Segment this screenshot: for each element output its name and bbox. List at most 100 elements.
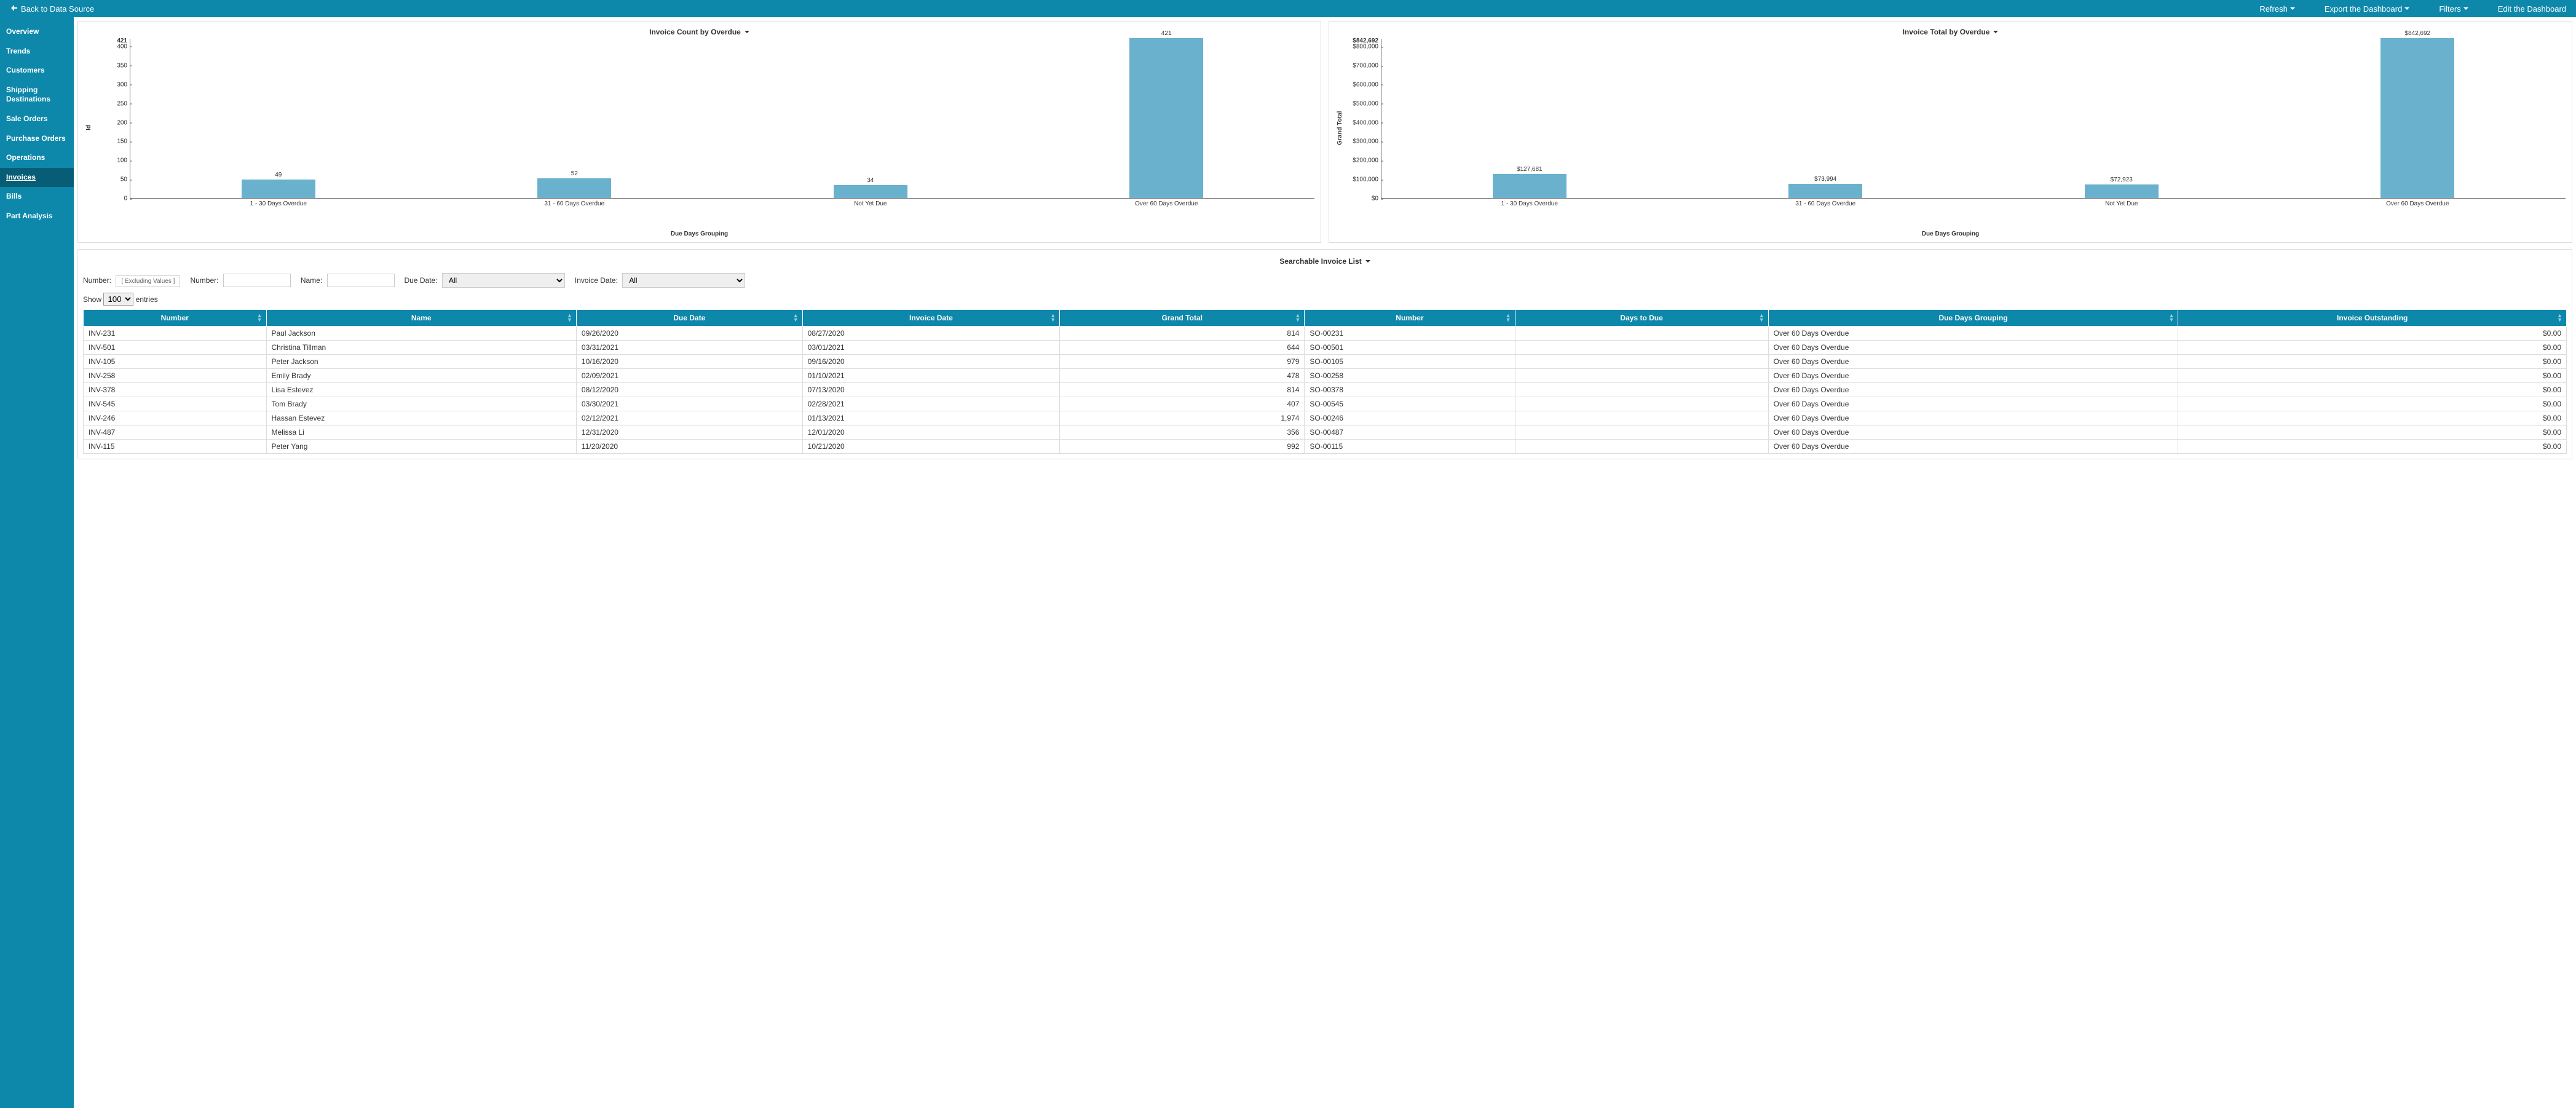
filter-number-input[interactable] [223,274,291,287]
table-row[interactable]: INV-545Tom Brady03/30/202102/28/2021407S… [84,397,2567,411]
bar-group[interactable]: 5231 - 60 Days Overdue [537,170,611,198]
x-axis-label: Due Days Grouping [1335,231,2566,237]
cell: Peter Jackson [266,355,576,369]
column-header[interactable]: Due Date▲▼ [576,310,802,326]
excluding-values-button[interactable]: [ Excluding Values ] [116,275,180,287]
bar-category-label: 31 - 60 Days Overdue [519,200,630,207]
panel-title[interactable]: Searchable Invoice List [83,255,2567,268]
table-row[interactable]: INV-487Melissa Li12/31/202012/01/2020356… [84,425,2567,440]
show-entries-select[interactable]: 100 [103,293,133,306]
y-tick: 350 [117,62,127,69]
invoice-list-section: Searchable Invoice List Number: [ Exclud… [77,249,2572,459]
bar[interactable] [834,185,907,198]
cell: Over 60 Days Overdue [1768,369,2178,383]
bar-group[interactable]: $72,923Not Yet Due [2085,176,2159,198]
bar[interactable] [2085,184,2159,198]
column-header[interactable]: Invoice Outstanding▲▼ [2178,310,2567,326]
cell: INV-105 [84,355,267,369]
y-tick: $300,000 [1353,138,1378,145]
bar-group[interactable]: 491 - 30 Days Overdue [242,172,315,198]
cell: 03/31/2021 [576,341,802,355]
table-row[interactable]: INV-115Peter Yang11/20/202010/21/2020992… [84,440,2567,454]
refresh-action[interactable]: Refresh [2259,4,2295,14]
filters-action[interactable]: Filters [2439,4,2468,14]
y-tick: $100,000 [1353,176,1378,183]
cell: Paul Jackson [266,326,576,341]
y-axis-label: Id [84,39,93,217]
bar[interactable] [242,180,315,198]
table-row[interactable]: INV-501Christina Tillman03/31/202103/01/… [84,341,2567,355]
sidebar-item-shipping-destinations[interactable]: Shipping Destinations [0,81,74,109]
cell: 407 [1060,397,1305,411]
refresh-label: Refresh [2259,4,2288,14]
sort-icon: ▲▼ [1050,314,1056,322]
bar-category-label: Not Yet Due [2066,200,2177,207]
cell: SO-00487 [1305,425,1515,440]
filter-invoice-date-select[interactable]: All [622,273,745,288]
table-row[interactable]: INV-258Emily Brady02/09/202101/10/202147… [84,369,2567,383]
sidebar-item-bills[interactable]: Bills [0,187,74,207]
column-header[interactable]: Days to Due▲▼ [1515,310,1768,326]
cell: 02/28/2021 [802,397,1060,411]
sidebar-item-overview[interactable]: Overview [0,22,74,42]
table-row[interactable]: INV-231Paul Jackson09/26/202008/27/20208… [84,326,2567,341]
bar-group[interactable]: $842,692Over 60 Days Overdue [2380,30,2454,198]
table-row[interactable]: INV-246Hassan Estevez02/12/202101/13/202… [84,411,2567,425]
column-header[interactable]: Invoice Date▲▼ [802,310,1060,326]
export-action[interactable]: Export the Dashboard [2325,4,2409,14]
cell: 478 [1060,369,1305,383]
caret-down-icon [2404,7,2409,10]
cell: SO-00258 [1305,369,1515,383]
back-to-data-source-link[interactable]: Back to Data Source [10,4,94,14]
y-tick: $200,000 [1353,157,1378,164]
y-tick: $0 [1372,196,1378,202]
sidebar-item-invoices[interactable]: Invoices [0,168,74,188]
bar[interactable] [1493,174,1567,198]
sidebar-item-trends[interactable]: Trends [0,42,74,61]
table-row[interactable]: INV-378Lisa Estevez08/12/202007/13/20208… [84,383,2567,397]
table-row[interactable]: INV-105Peter Jackson10/16/202009/16/2020… [84,355,2567,369]
column-header[interactable]: Number▲▼ [1305,310,1515,326]
cell: 03/01/2021 [802,341,1060,355]
y-axis: $0$100,000$200,000$300,000$400,000$500,0… [1345,39,1381,199]
y-tick: 100 [117,157,127,164]
bar[interactable] [2380,38,2454,198]
bar-group[interactable]: 34Not Yet Due [834,177,907,198]
filter-due-date-label: Due Date: [405,276,438,285]
cell: 12/31/2020 [576,425,802,440]
chart-title: Invoice Total by Overdue [1903,28,1990,36]
sidebar-item-part-analysis[interactable]: Part Analysis [0,207,74,226]
cell: 644 [1060,341,1305,355]
bar[interactable] [537,178,611,198]
edit-action[interactable]: Edit the Dashboard [2498,4,2566,14]
cell: 01/10/2021 [802,369,1060,383]
cell: $0.00 [2178,326,2567,341]
sidebar-item-sale-orders[interactable]: Sale Orders [0,109,74,129]
column-header[interactable]: Number▲▼ [84,310,267,326]
bar-category-label: Not Yet Due [815,200,926,207]
cell: SO-00545 [1305,397,1515,411]
sidebar-item-customers[interactable]: Customers [0,61,74,81]
column-header[interactable]: Grand Total▲▼ [1060,310,1305,326]
bar-group[interactable]: 421Over 60 Days Overdue [1129,30,1203,198]
sidebar-item-purchase-orders[interactable]: Purchase Orders [0,129,74,149]
bar-group[interactable]: $73,99431 - 60 Days Overdue [1788,176,1862,198]
show-entries: Show 100 entries [83,293,2567,306]
y-tick: 400 [117,43,127,50]
sidebar-item-operations[interactable]: Operations [0,148,74,168]
filter-name-input[interactable] [327,274,395,287]
cell: 12/01/2020 [802,425,1060,440]
bar[interactable] [1129,38,1203,198]
column-header[interactable]: Due Days Grouping▲▼ [1768,310,2178,326]
bar-group[interactable]: $127,6811 - 30 Days Overdue [1493,166,1567,198]
bar[interactable] [1788,184,1862,198]
y-tick: 300 [117,81,127,88]
cell: 814 [1060,326,1305,341]
filter-due-date-select[interactable]: All [442,273,565,288]
cell: 979 [1060,355,1305,369]
column-header[interactable]: Name▲▼ [266,310,576,326]
filter-number2-label: Number: [190,276,218,285]
cell: SO-00246 [1305,411,1515,425]
cell [1515,341,1768,355]
cell: Over 60 Days Overdue [1768,355,2178,369]
